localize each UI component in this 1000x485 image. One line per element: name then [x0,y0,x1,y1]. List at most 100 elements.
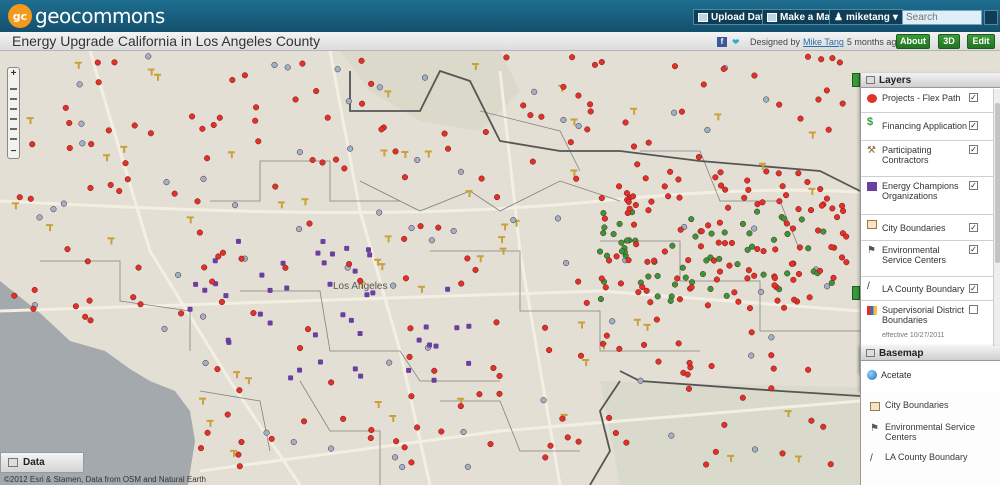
blue-marker[interactable] [347,145,354,152]
blue-marker[interactable] [758,288,765,295]
financing-marker[interactable] [601,224,608,231]
map-markers-layer[interactable] [0,51,1000,485]
contractor-marker[interactable] [424,150,432,158]
project-marker[interactable] [493,319,500,326]
project-marker[interactable] [829,55,836,62]
project-marker[interactable] [788,260,796,267]
project-marker[interactable] [781,304,788,311]
basemap-panel-toggle[interactable] [852,286,860,300]
project-marker[interactable] [236,463,243,470]
map-canvas[interactable]: Los Angeles + − Layers Projects - Flex P… [0,51,1000,485]
project-marker[interactable] [282,264,289,271]
layers-panel-toggle[interactable] [852,73,860,87]
facebook-icon[interactable]: f [717,37,727,47]
project-marker[interactable] [612,429,619,437]
project-marker[interactable] [299,60,306,67]
project-marker[interactable] [635,289,642,296]
project-marker[interactable] [808,417,815,424]
energy-champion-marker[interactable] [267,320,273,326]
project-marker[interactable] [546,347,553,354]
project-marker[interactable] [458,280,465,287]
energy-champion-marker[interactable] [466,323,472,329]
blue-marker[interactable] [296,149,303,156]
scrollbar-thumb[interactable] [995,103,1000,263]
project-marker[interactable] [804,178,811,186]
blue-marker[interactable] [79,140,86,147]
layer-item-energy-champions[interactable]: Energy Champions Organizations ✓ [861,177,993,215]
project-marker[interactable] [613,253,620,260]
project-marker[interactable] [324,114,331,121]
project-marker[interactable] [648,198,655,205]
project-marker[interactable] [346,260,353,268]
project-marker[interactable] [735,298,742,305]
blue-marker[interactable] [78,120,85,127]
project-marker[interactable] [300,418,308,425]
project-marker[interactable] [216,114,223,121]
project-marker[interactable] [478,175,485,182]
financing-marker[interactable] [716,255,723,262]
energy-champion-marker[interactable] [348,317,354,323]
project-marker[interactable] [241,72,248,79]
project-marker[interactable] [783,220,790,227]
project-marker[interactable] [215,253,222,260]
project-marker[interactable] [82,313,89,320]
project-marker[interactable] [219,249,227,256]
project-marker[interactable] [789,225,797,232]
project-marker[interactable] [66,119,73,127]
project-marker[interactable] [292,96,299,103]
search-input[interactable] [902,10,982,25]
contractor-marker[interactable] [471,62,479,70]
project-marker[interactable] [616,345,623,352]
project-marker[interactable] [708,363,715,370]
project-marker[interactable] [754,201,761,208]
contractor-marker[interactable] [401,150,409,158]
project-marker[interactable] [116,187,123,195]
project-marker[interactable] [16,194,23,201]
project-marker[interactable] [236,387,243,394]
project-marker[interactable] [392,148,399,155]
project-marker[interactable] [675,340,682,347]
project-marker[interactable] [605,257,613,264]
blue-marker[interactable] [450,227,457,234]
project-marker[interactable] [583,299,590,306]
financing-marker[interactable] [754,208,761,215]
project-marker[interactable] [401,444,408,451]
blue-marker[interactable] [575,122,582,130]
financing-marker[interactable] [600,230,607,237]
project-marker[interactable] [815,227,822,234]
project-marker[interactable] [209,278,216,285]
financing-marker[interactable] [623,237,631,244]
financing-marker[interactable] [682,274,689,281]
blue-marker[interactable] [334,66,341,73]
financing-marker[interactable] [805,245,812,252]
blue-marker[interactable] [563,259,570,267]
project-marker[interactable] [661,248,668,255]
project-marker[interactable] [490,364,497,372]
layer-item-contractors[interactable]: ⚒ Participating Contractors ✓ [861,141,993,177]
layer-checkbox[interactable]: ✓ [969,181,978,190]
project-marker[interactable] [94,59,101,66]
layer-checkbox[interactable]: ✓ [969,121,978,130]
project-marker[interactable] [726,262,733,269]
blue-marker[interactable] [271,61,278,69]
energy-champion-marker[interactable] [427,342,433,348]
project-marker[interactable] [644,258,651,265]
financing-marker[interactable] [820,228,827,235]
contractor-marker[interactable] [301,198,309,206]
project-marker[interactable] [494,194,501,201]
project-marker[interactable] [378,126,385,133]
project-marker[interactable] [710,257,718,264]
layer-item-environmental-centers[interactable]: ⚑ Environmental Service Centers ✓ [861,241,993,277]
project-marker[interactable] [739,394,746,401]
blue-marker[interactable] [284,64,291,71]
contractor-marker[interactable] [199,397,207,405]
financing-marker[interactable] [688,216,695,223]
designer-link[interactable]: Mike Tang [803,37,844,47]
project-marker[interactable] [775,170,782,177]
project-marker[interactable] [817,186,824,193]
project-marker[interactable] [838,254,846,261]
financing-marker[interactable] [610,231,617,238]
project-marker[interactable] [731,289,738,296]
project-marker[interactable] [606,414,613,421]
blue-marker[interactable] [390,282,397,289]
